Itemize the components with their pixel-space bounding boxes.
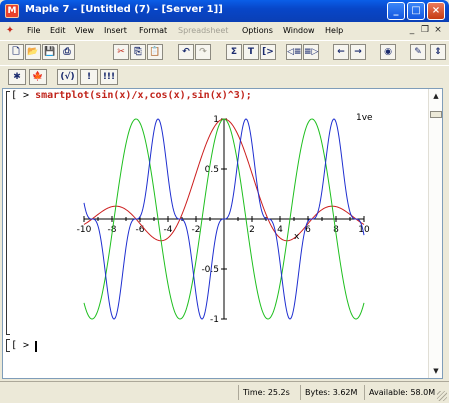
vertical-scrollbar[interactable]: ▲ ▼ bbox=[428, 89, 442, 378]
status-bytes: Bytes: 3.62M bbox=[300, 385, 364, 400]
prompt-bracket bbox=[6, 339, 10, 352]
main-toolbar: 🗋 📂 💾 ⎙ ✂ ⎘ 📋 ↶ ↷ Σ T [> ◁≡ ≡▷ ← → ◉ ✎ ⇕ bbox=[0, 40, 449, 64]
maple-leaf-icon[interactable]: 🍁 bbox=[29, 69, 47, 85]
menu-window[interactable]: Window bbox=[283, 26, 315, 35]
zoom-icon[interactable]: ⇕ bbox=[430, 44, 446, 60]
doc-restore-button[interactable]: ❐ bbox=[419, 25, 431, 36]
resize-grip-icon[interactable] bbox=[437, 391, 447, 401]
group-outdent-icon[interactable]: ◁≡ bbox=[286, 44, 302, 60]
menu-view[interactable]: View bbox=[75, 26, 94, 35]
x-tick-label: -6 bbox=[136, 225, 145, 235]
scroll-thumb[interactable] bbox=[430, 111, 442, 118]
open-folder-icon[interactable]: 📂 bbox=[25, 44, 41, 60]
menu-insert[interactable]: Insert bbox=[104, 26, 127, 35]
doc-minimize-button[interactable]: _ bbox=[406, 25, 418, 36]
document-icon[interactable]: ✦ bbox=[4, 25, 16, 37]
execute-worksheet-icon[interactable]: !!! bbox=[100, 69, 118, 85]
stop-icon[interactable]: ◉ bbox=[380, 44, 396, 60]
undo-icon[interactable]: ↶ bbox=[178, 44, 194, 60]
doc-close-button[interactable]: × bbox=[432, 25, 444, 36]
save-icon[interactable]: 💾 bbox=[42, 44, 58, 60]
worksheet[interactable]: [ > smartplot(sin(x)/x,cos(x),sin(x)^3);… bbox=[2, 88, 443, 379]
execute-all-icon[interactable]: ! bbox=[80, 69, 98, 85]
execute-icon[interactable]: (√) bbox=[57, 69, 78, 85]
x-axis-label: x bbox=[294, 232, 300, 242]
scroll-up-icon[interactable]: ▲ bbox=[431, 91, 441, 101]
sigma-icon[interactable]: Σ bbox=[226, 44, 242, 60]
x-tick-label: -10 bbox=[77, 225, 92, 235]
maximize-button[interactable]: □ bbox=[407, 2, 425, 20]
menu-bar: ✦ File Edit View Insert Format Spreadshe… bbox=[0, 22, 449, 40]
plot-area[interactable]: -10 -8 -6 -4 -2 2 4 6 8 1010.5-0.5-1x1ve bbox=[3, 89, 430, 329]
redo-icon[interactable]: ↷ bbox=[195, 44, 211, 60]
window-title: Maple 7 - [Untitled (7) - [Server 1]] bbox=[25, 4, 223, 15]
menu-spreadsheet[interactable]: Spreadsheet bbox=[178, 26, 228, 35]
cut-icon[interactable]: ✂ bbox=[113, 44, 129, 60]
maple-leaf-icon[interactable]: M bbox=[5, 4, 19, 18]
status-available: Available: 58.0M bbox=[364, 385, 436, 400]
x-tick-label: -2 bbox=[192, 225, 201, 235]
group-indent-icon[interactable]: ≡▷ bbox=[303, 44, 319, 60]
next-prompt: [ > bbox=[11, 340, 30, 351]
menu-options[interactable]: Options bbox=[242, 26, 273, 35]
menu-format[interactable]: Format bbox=[139, 26, 167, 35]
print-icon[interactable]: ⎙ bbox=[59, 44, 75, 60]
menu-file[interactable]: File bbox=[27, 26, 40, 35]
maple-input-icon[interactable]: ✱ bbox=[8, 69, 26, 85]
menu-help[interactable]: Help bbox=[325, 26, 343, 35]
x-tick-label: 2 bbox=[249, 225, 255, 235]
text-cursor bbox=[35, 341, 37, 352]
forward-icon[interactable]: → bbox=[350, 44, 366, 60]
y-tick-label: -1 bbox=[210, 315, 219, 325]
x-tick-label: 4 bbox=[277, 225, 283, 235]
status-time: Time: 25.2s bbox=[238, 385, 300, 400]
scroll-down-icon[interactable]: ▼ bbox=[431, 366, 441, 376]
y-tick-label: 0.5 bbox=[205, 165, 219, 175]
paste-icon[interactable]: 📋 bbox=[147, 44, 163, 60]
close-button[interactable]: × bbox=[427, 2, 445, 20]
title-bar: M Maple 7 - [Untitled (7) - [Server 1]] … bbox=[0, 0, 449, 22]
text-icon[interactable]: T bbox=[243, 44, 259, 60]
status-bar: Time: 25.2s Bytes: 3.62M Available: 58.0… bbox=[0, 381, 449, 403]
menu-edit[interactable]: Edit bbox=[50, 26, 66, 35]
new-file-icon[interactable]: 🗋 bbox=[8, 44, 24, 60]
copy-icon[interactable]: ⎘ bbox=[130, 44, 146, 60]
pencil-icon[interactable]: ✎ bbox=[410, 44, 426, 60]
prompt-icon[interactable]: [> bbox=[260, 44, 276, 60]
context-toolbar: ✱ 🍁 (√) ! !!! bbox=[0, 65, 449, 87]
y-axis-label: 1ve bbox=[356, 113, 373, 123]
x-tick-label: -4 bbox=[164, 225, 173, 235]
back-icon[interactable]: ← bbox=[333, 44, 349, 60]
minimize-button[interactable]: _ bbox=[387, 2, 405, 20]
